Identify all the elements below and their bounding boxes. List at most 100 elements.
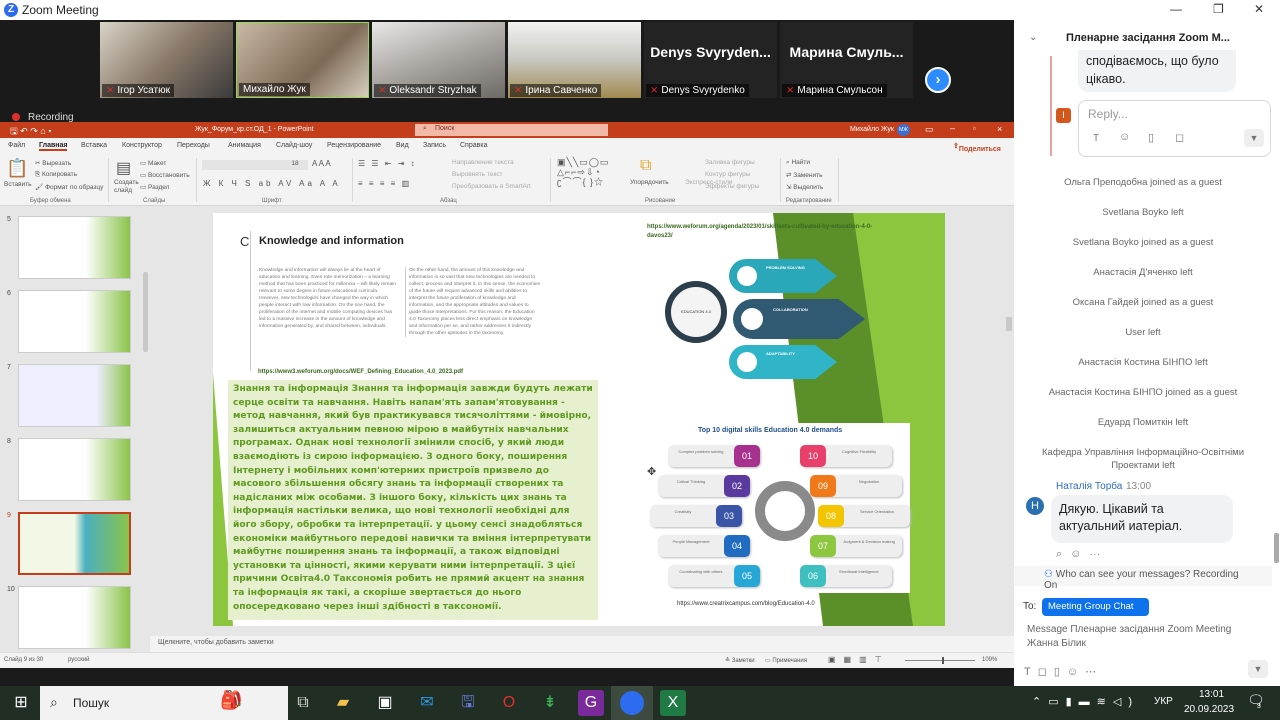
font-format-buttons[interactable]: Ж К Ч S ab AV Aa A A [203,179,341,188]
slide-thumbnails[interactable]: 5 6 7 8 9 10 [0,212,150,652]
video-tile[interactable]: Denys Svyryden... ⨯ Denys Svyrydenko [644,22,777,98]
send-icon[interactable]: ▼ [1248,660,1268,678]
font-size-buttons[interactable]: A A A [312,159,331,168]
slide-thumbnail[interactable] [18,438,131,501]
system-tray-icons[interactable]: ⌃▭▮▬≋◁) [1032,695,1139,708]
comments-button[interactable]: ▭ Примечания [765,657,807,664]
source-link-1[interactable]: https://www3.weforum.org/docs/WEF_Defini… [258,369,463,375]
message-actions-icons[interactable]: ⌕☺⋯ [1056,548,1108,561]
start-windows-icon[interactable]: ⊞ [8,690,34,716]
input-language[interactable]: УКР [1154,696,1173,707]
notifications-icon[interactable]: 🗨 [1247,692,1265,709]
ppt-minimize-button[interactable]: – [950,123,955,133]
tab-design[interactable]: Конструктор [122,142,162,149]
send-icon[interactable]: ▼ [1244,129,1264,147]
view-buttons[interactable]: ▣▦▥⊤ [828,655,890,664]
slide-thumbnail[interactable] [18,364,131,427]
list-buttons[interactable]: ☰ ☰ ⇤ ⇥ ↕ [358,159,417,168]
tab-review[interactable]: Рецензирование [327,142,381,149]
video-tile-active[interactable]: Михайло Жук [236,22,369,98]
user-avatar[interactable]: МЖ [897,124,910,136]
slide-thumbnail[interactable] [18,290,131,353]
message-sender[interactable]: Наталія Торба [1056,481,1122,492]
composer-toolbar-icons[interactable]: T◻▯☺⋯ [1024,665,1103,678]
notes-pane[interactable]: Щелкните, чтобы добавить заметки [150,636,1014,652]
zoom-taskbar-button[interactable] [611,686,653,720]
slide-thumbnail[interactable] [18,586,131,649]
zoom-level[interactable]: 109% [982,657,997,663]
store-icon[interactable]: ▣ [372,690,398,716]
shapes-gallery[interactable]: ▣╲╲▭◯▭ △⌐⌐⇨⇩◔ ʗ⌒⌒{ }☆ [557,157,609,187]
copy-button[interactable]: ⎘ Копировать [35,171,77,179]
clock-date[interactable]: 20.09.2023 [1184,704,1234,715]
smartart-button[interactable]: Преобразовать в SmartArt [452,183,531,190]
tab-slideshow[interactable]: Слайд-шоу [276,142,312,149]
video-tile[interactable]: ⨯ Ірина Савченко [508,22,641,98]
slide-thumbnail[interactable] [18,216,131,279]
slide-canvas[interactable]: C Knowledge and information Knowledge an… [213,213,945,626]
zoom-slider[interactable] [905,657,975,664]
save-app-icon[interactable]: 🖫 [455,690,481,716]
text-direction-button[interactable]: Направление текста [452,159,514,166]
layout-button[interactable]: ▭ Макет [140,159,166,167]
recipient-select[interactable]: Meeting Group Chat ⌄ [1042,598,1149,623]
language-indicator[interactable]: русский [68,657,90,663]
format-painter-button[interactable]: 🖌 Формат по образцу [35,183,103,191]
find-button[interactable]: ⌕ Найти [786,159,810,167]
ppt-close-button[interactable]: × [997,124,1002,134]
screenshot-icon[interactable]: ◻ [1175,131,1184,144]
excel-icon[interactable]: X [660,690,686,716]
opera-icon[interactable]: O [496,690,522,716]
file-explorer-icon[interactable]: ▰ [330,690,356,716]
slide-thumbnail-selected[interactable] [18,512,131,575]
video-tile[interactable]: ⨯ Oleksandr Stryzhak [372,22,505,98]
tab-help[interactable]: Справка [460,142,487,149]
notes-button[interactable]: ≜ Заметки [725,657,755,664]
video-tile[interactable]: Марина Смуль... ⨯ Марина Смульсон [780,22,913,98]
source-link-3[interactable]: https://www.creatrixcampus.com/blog/Educ… [677,601,815,607]
next-page-chevron-icon[interactable]: › [925,67,951,93]
file-icon[interactable]: ▯ [1148,131,1154,144]
reset-button[interactable]: ▭ Восстановить [140,171,190,179]
align-text-button[interactable]: Выровнять текст [452,171,503,178]
pdf-app-icon[interactable]: G [578,690,604,716]
clock-time[interactable]: 13:01 [1199,689,1224,700]
reply-input[interactable]: Reply... T ☺ ▯ ◻ ▼ [1078,100,1271,157]
shape-outline-button[interactable]: Контур фигуры [705,171,750,178]
select-button[interactable]: ⇲ Выделить [786,183,823,191]
thumbnails-scrollbar[interactable] [143,272,148,352]
section-button[interactable]: ▭ Раздел [140,183,169,191]
cut-button[interactable]: ✂ Вырезать [35,159,71,167]
new-slide-button[interactable]: Создать слайд [114,179,140,195]
tab-transitions[interactable]: Переходы [177,142,210,149]
video-tile[interactable]: ⨯ Ігор Усатюк [100,22,233,98]
arrange-icon[interactable]: ⧉ [640,157,651,175]
ukrainian-textbox[interactable]: Знання та інформація Знання та інформаці… [228,380,598,620]
arrange-button[interactable]: Упорядочить [630,179,669,186]
source-link-2[interactable]: https://www.weforum.org/agenda/2023/01/s… [647,223,887,241]
search-input[interactable]: ⌕ Поиск [415,124,608,136]
share-button[interactable]: ⇪ Поделиться [953,142,1001,153]
maximize-button[interactable]: ❐ [1213,2,1224,16]
tab-animations[interactable]: Анимация [228,142,261,149]
chat-scrollbar[interactable] [1274,533,1279,563]
tab-view[interactable]: Вид [396,142,409,149]
shape-effects-button[interactable]: Эффекты фигуры [705,183,759,190]
close-button[interactable]: ✕ [1254,2,1264,16]
shape-fill-button[interactable]: Заливка фигуры [705,159,755,166]
font-size-select[interactable]: 18 [282,160,308,170]
message-input[interactable]: Message Пленарне засідання Zoom Meeting … [1027,623,1257,651]
taskbar-search[interactable]: ⌕ Пошук 🎒 [40,686,288,720]
format-icon[interactable]: T [1093,133,1099,144]
ppt-maximize-button[interactable]: ▫ [973,124,976,133]
tab-file[interactable]: Файл [8,142,25,149]
mail-icon[interactable]: ✉ [414,690,440,716]
ribbon-display-icon[interactable]: ▭ [925,124,934,135]
task-view-icon[interactable]: ⧉ [290,690,316,716]
slide-scrollbar[interactable] [1006,317,1012,331]
replace-button[interactable]: ⇄ Заменить [786,171,822,179]
tab-insert[interactable]: Вставка [81,142,107,149]
new-slide-icon[interactable]: ▤ [116,158,131,178]
app-icon[interactable]: ⇟ [537,690,563,716]
tab-home[interactable]: Главная [39,142,68,151]
